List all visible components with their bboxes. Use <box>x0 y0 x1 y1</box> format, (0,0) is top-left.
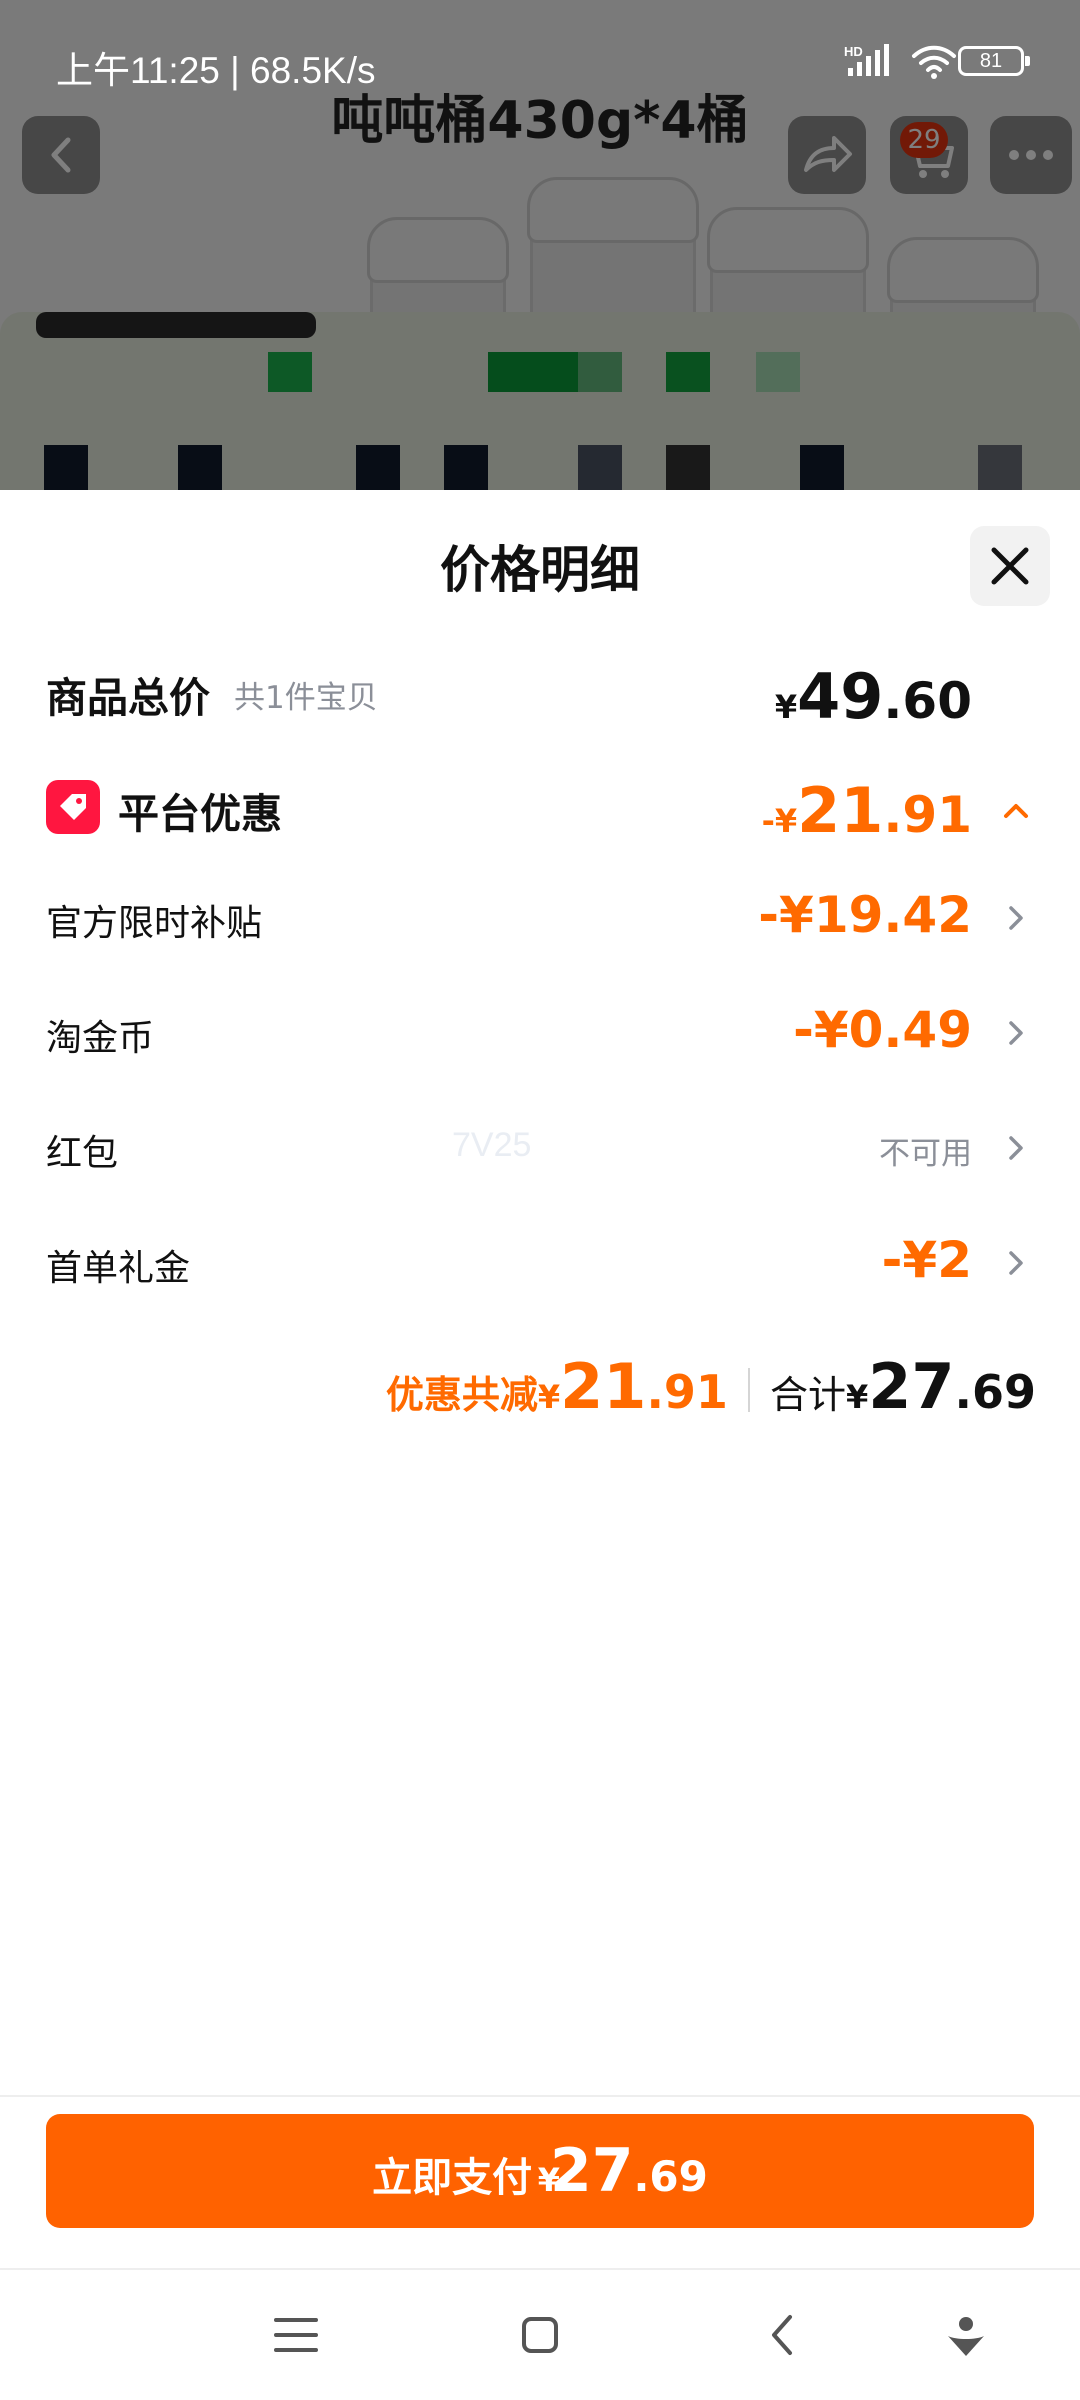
tag-icon <box>46 780 100 834</box>
status-icons: HD 81 <box>794 42 1030 82</box>
discount-total-label: 优惠共减 <box>385 1373 538 1417</box>
discount-total-int: 21 <box>560 1350 647 1423</box>
chevron-right-icon <box>996 898 1036 938</box>
price-summary: 优惠共减¥21.91 合计¥27.69 <box>386 1350 1036 1430</box>
signal-icon: HD <box>844 44 889 76</box>
home-icon <box>522 2317 558 2353</box>
pay-button-amount-int: 27 <box>549 2136 634 2206</box>
chevron-up-icon <box>996 790 1036 830</box>
discount-item-value: 不可用 <box>879 1136 972 1172</box>
bottom-divider <box>0 2268 1080 2270</box>
discount-item-redpacket[interactable]: 红包 不可用 <box>46 1116 1036 1176</box>
close-icon <box>991 547 1029 585</box>
battery-icon: 81 <box>958 46 1030 76</box>
close-button[interactable] <box>970 526 1050 606</box>
sheet-title: 价格明细 <box>440 541 640 599</box>
chevron-right-icon <box>996 1013 1036 1053</box>
watermark: 7V25 <box>452 1126 532 1164</box>
discount-item-value: -¥19.42 <box>758 886 972 944</box>
svg-text:HD: HD <box>844 44 863 59</box>
discount-item-value: -¥0.49 <box>793 1001 972 1059</box>
wifi-icon <box>912 45 956 79</box>
back-nav-button[interactable] <box>744 2290 824 2380</box>
discount-item-label: 红包 <box>46 1133 119 1174</box>
status-time: 上午11:25 | 68.5K/s <box>56 50 376 91</box>
pay-button-amount-dec: .69 <box>633 2152 708 2201</box>
chevron-right-icon <box>996 1128 1036 1168</box>
pay-button-label: 立即支付 <box>372 2155 533 2201</box>
platform-discount-label: 平台优惠 <box>118 790 282 838</box>
goods-total-amount: ¥49.60 <box>774 660 972 733</box>
grand-total-currency: ¥ <box>845 1378 869 1416</box>
platform-discount-row[interactable]: 平台优惠 -¥21.91 <box>46 774 1036 848</box>
discount-item-label: 官方限时补贴 <box>46 903 263 944</box>
goods-count-label: 共1件宝贝 <box>234 680 378 716</box>
goods-total-label: 商品总价 <box>46 674 210 722</box>
home-button[interactable] <box>500 2290 580 2380</box>
menu-button[interactable] <box>256 2290 336 2380</box>
discount-item-value: -¥2 <box>881 1231 972 1289</box>
price-detail-sheet: 价格明细 商品总价 共1件宝贝 ¥49.60 平台优惠 -¥21.91 官方限时… <box>0 490 1080 2400</box>
footer-divider <box>0 2095 1080 2097</box>
goods-total-row: 商品总价 共1件宝贝 ¥49.60 <box>46 660 1036 733</box>
discount-item-coins[interactable]: 淘金币 -¥0.49 <box>46 1001 1036 1061</box>
discount-item-label: 淘金币 <box>46 1018 155 1059</box>
status-bar: 上午11:25 | 68.5K/s HD 81 <box>0 0 1080 94</box>
pay-now-button[interactable]: 立即支付 ¥27.69 <box>46 2114 1034 2228</box>
discount-total-currency: ¥ <box>537 1378 561 1416</box>
chevron-right-icon <box>996 1243 1036 1283</box>
discount-item-label: 首单礼金 <box>46 1248 191 1289</box>
discount-item-first-order[interactable]: 首单礼金 -¥2 <box>46 1231 1036 1291</box>
summary-divider <box>747 1368 750 1412</box>
platform-discount-amount: -¥21.91 <box>761 774 972 847</box>
menu-icon <box>274 2318 318 2352</box>
assistant-button[interactable] <box>926 2290 1006 2380</box>
grand-total-int: 27 <box>868 1350 955 1423</box>
discount-item-subsidy[interactable]: 官方限时补贴 -¥19.42 <box>46 886 1036 946</box>
assistant-icon <box>948 2317 984 2356</box>
system-navigation-bar <box>0 2290 1080 2380</box>
grand-total-label: 合计 <box>769 1373 846 1417</box>
back-icon <box>772 2315 792 2355</box>
grand-total-dec: .69 <box>954 1365 1037 1419</box>
discount-total-dec: .91 <box>646 1365 728 1419</box>
